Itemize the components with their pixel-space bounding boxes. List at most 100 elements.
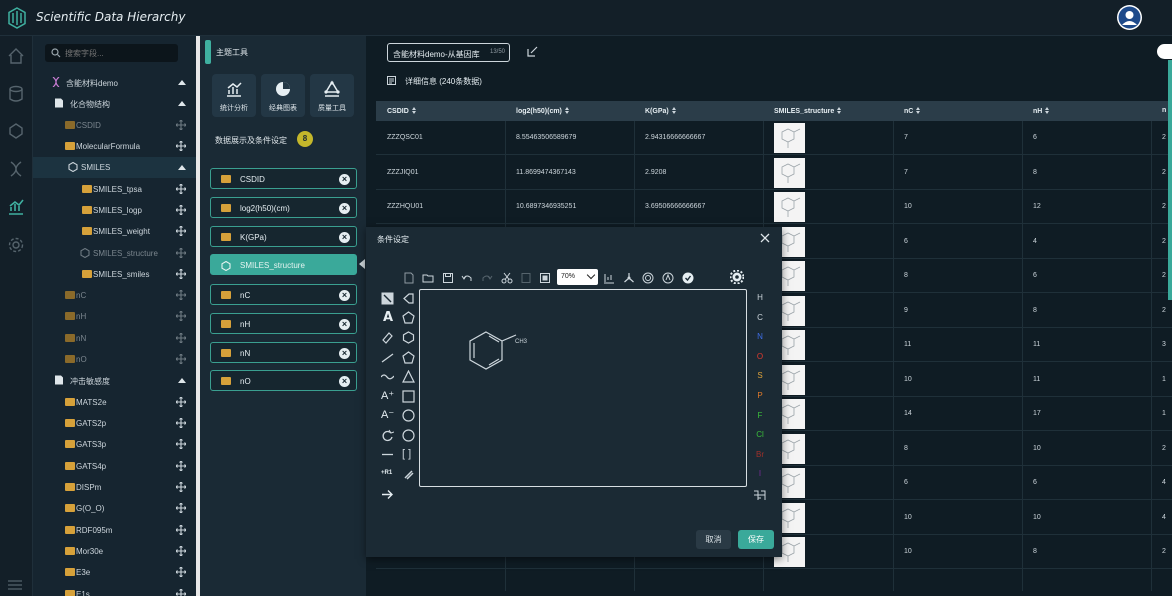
tree-item[interactable]: G(O_O)	[33, 498, 196, 519]
stereo-icon[interactable]	[662, 272, 674, 284]
sort-icon[interactable]	[411, 107, 416, 114]
move-handle-icon[interactable]	[176, 205, 186, 215]
arrow-right-icon[interactable]	[381, 488, 394, 501]
collapse-icon[interactable]	[178, 378, 186, 383]
new-file-icon[interactable]	[403, 272, 415, 284]
panel-toggle[interactable]	[1157, 44, 1172, 59]
structure-thumbnail[interactable]	[774, 157, 805, 188]
remove-field-icon[interactable]: ×	[339, 348, 350, 359]
menu-icon[interactable]	[8, 580, 22, 590]
collapse-icon[interactable]	[178, 165, 186, 170]
tree-item[interactable]: Mor30e	[33, 541, 196, 562]
dna-icon[interactable]	[7, 160, 25, 178]
tool-quality[interactable]: 质量工具	[310, 74, 354, 117]
save-icon[interactable]	[442, 272, 454, 284]
remove-field-icon[interactable]: ×	[339, 174, 350, 185]
cyclopentene-icon[interactable]	[402, 351, 415, 364]
condition-field-chip[interactable]: nH ×	[210, 313, 357, 334]
dataset-name-box[interactable]: 含能材料demo-从基因库 13/50	[387, 43, 510, 62]
move-handle-icon[interactable]	[176, 248, 186, 258]
tree-item[interactable]: 化合物结构	[33, 93, 196, 114]
table-row[interactable]: ZZZQSC01 8.55463506589679 2.94316666666667…	[376, 121, 1172, 155]
move-handle-icon[interactable]	[176, 503, 186, 513]
analytics-icon[interactable]	[7, 198, 25, 216]
charge-plus-icon[interactable]: A⁺	[381, 390, 394, 403]
cyclohexane-icon[interactable]	[402, 331, 415, 344]
element-button[interactable]: F	[755, 411, 765, 420]
sort-icon[interactable]	[564, 107, 569, 114]
col-nc[interactable]: nC	[904, 107, 921, 115]
zoom-select[interactable]: 70%	[557, 269, 598, 285]
clean-icon[interactable]	[623, 272, 635, 284]
tool-charts[interactable]: 经典图表	[261, 74, 305, 117]
single-bond-icon[interactable]	[381, 351, 394, 364]
table-row[interactable]: ZZZJIQ01 11.8699474367143 2.9208 7 8 2	[376, 156, 1172, 190]
col-smiles-structure[interactable]: SMILES_structure	[774, 107, 842, 115]
move-handle-icon[interactable]	[176, 311, 186, 321]
move-handle-icon[interactable]	[176, 120, 186, 130]
collapse-icon[interactable]	[178, 101, 186, 106]
tree-item[interactable]: MolecularFormula	[33, 136, 196, 157]
collapse-icon[interactable]	[178, 80, 186, 85]
rotate-icon[interactable]	[381, 429, 394, 442]
layout-icon[interactable]	[603, 272, 615, 284]
remove-field-icon[interactable]: ×	[339, 232, 350, 243]
move-handle-icon[interactable]	[176, 589, 186, 596]
tree-item[interactable]: SMILES_structure	[33, 243, 196, 264]
table-scrollbar[interactable]	[1168, 60, 1172, 300]
sort-icon[interactable]	[916, 107, 921, 114]
remove-field-icon[interactable]: ×	[339, 319, 350, 330]
element-button[interactable]: S	[755, 371, 765, 380]
move-handle-icon[interactable]	[176, 397, 186, 407]
condition-field-chip[interactable]: K(GPa) ×	[210, 226, 357, 247]
cancel-button[interactable]: 取消	[696, 530, 731, 549]
element-button[interactable]: C	[755, 313, 765, 322]
chain-tool-icon[interactable]	[381, 370, 394, 383]
close-icon[interactable]	[760, 233, 770, 243]
lasso-icon[interactable]	[402, 292, 415, 305]
tree-item[interactable]: E1s	[33, 584, 196, 596]
tools-collapse-handle[interactable]	[205, 40, 211, 64]
tree-item[interactable]: GATS2p	[33, 413, 196, 434]
database-icon[interactable]	[7, 85, 25, 103]
save-button[interactable]: 保存	[738, 530, 774, 549]
dash-tool-icon[interactable]	[381, 448, 394, 461]
element-button[interactable]: Cl	[755, 430, 765, 439]
col-csdid[interactable]: CSDID	[387, 107, 416, 115]
move-handle-icon[interactable]	[176, 269, 186, 279]
aromatize-icon[interactable]	[642, 272, 654, 284]
move-handle-icon[interactable]	[176, 461, 186, 471]
home-icon[interactable]	[7, 47, 25, 65]
sort-icon[interactable]	[1045, 107, 1050, 114]
text-tool-icon[interactable]: A	[383, 311, 396, 324]
move-handle-icon[interactable]	[176, 333, 186, 343]
condition-field-chip[interactable]: nC ×	[210, 284, 357, 305]
hexagon-icon[interactable]	[402, 409, 415, 422]
paste-icon[interactable]	[539, 272, 551, 284]
tree-item[interactable]: nN	[33, 328, 196, 349]
move-handle-icon[interactable]	[176, 546, 186, 556]
tree-item[interactable]: E3e	[33, 562, 196, 583]
rgroup-icon[interactable]: +R1	[381, 470, 394, 483]
cyclopentane-icon[interactable]	[402, 311, 415, 324]
user-avatar[interactable]	[1117, 5, 1142, 30]
condition-field-chip[interactable]: nN ×	[210, 342, 357, 363]
field-search[interactable]	[45, 44, 178, 62]
periodic-table-icon[interactable]	[753, 489, 766, 502]
tree-item[interactable]: SMILES	[33, 157, 196, 178]
condition-field-chip[interactable]: SMILES_structure	[210, 254, 357, 275]
move-handle-icon[interactable]	[176, 418, 186, 428]
col-log[interactable]: log2(h50)(cm)	[516, 107, 569, 115]
col-n[interactable]: n	[1162, 107, 1166, 114]
tree-item[interactable]: SMILES_smiles	[33, 264, 196, 285]
element-button[interactable]: O	[755, 352, 765, 361]
tree-item[interactable]: RDF095m	[33, 520, 196, 541]
tree-item[interactable]: DISPm	[33, 477, 196, 498]
remove-field-icon[interactable]: ×	[339, 203, 350, 214]
tree-item[interactable]: nH	[33, 306, 196, 327]
structure-thumbnail[interactable]	[774, 192, 805, 222]
col-nh[interactable]: nH	[1033, 107, 1050, 115]
tree-item[interactable]: GATS3p	[33, 434, 196, 455]
condition-field-chip[interactable]: CSDID ×	[210, 168, 357, 189]
remove-field-icon[interactable]: ×	[339, 376, 350, 387]
